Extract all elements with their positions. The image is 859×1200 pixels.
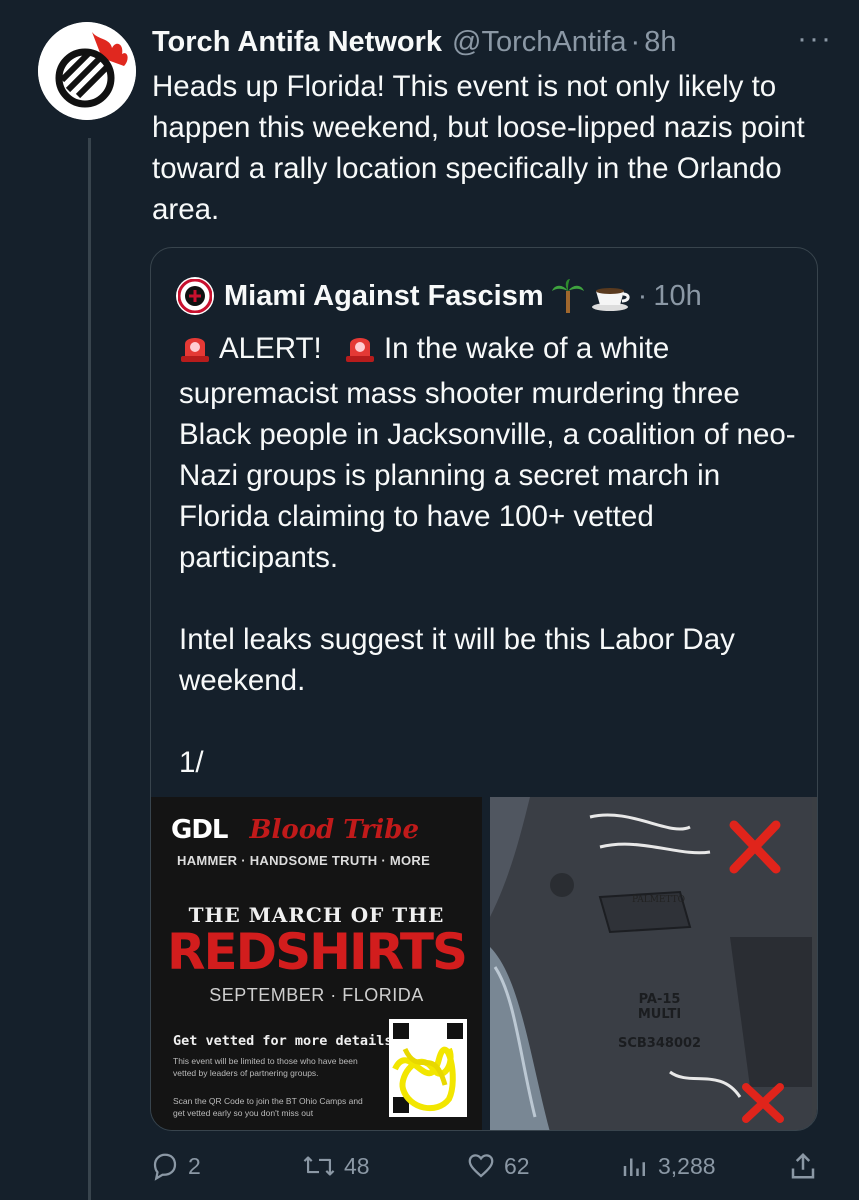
share-button[interactable] xyxy=(788,1151,818,1181)
repost-count: 48 xyxy=(344,1152,370,1179)
thread-line xyxy=(88,138,91,1200)
photo-marking-3: SCB348002 xyxy=(618,1036,702,1051)
photo-marking-2: MULTI xyxy=(637,1007,682,1022)
like-button[interactable]: 62 xyxy=(466,1151,530,1181)
tweet-text: Heads up Florida! This event is not only… xyxy=(152,70,805,226)
poster-vetted: Get vetted for more details! xyxy=(173,1033,401,1049)
media-image-poster[interactable]: GDL Blood Tribe HAMMER · HANDSOME TRUTH … xyxy=(151,797,482,1130)
antifascist-logo-icon xyxy=(178,279,212,313)
quote-author-name[interactable]: Miami Against Fascism xyxy=(224,280,544,313)
media-grid: GDL Blood Tribe HAMMER · HANDSOME TRUTH … xyxy=(151,797,817,1130)
rifle-photo-icon xyxy=(490,797,812,1130)
reply-icon xyxy=(153,1153,177,1181)
quote-header: Miami Against Fascism · 10h xyxy=(176,274,702,318)
more-options-icon[interactable]: ··· xyxy=(797,22,833,56)
quote-paragraph-3: 1/ xyxy=(179,746,204,779)
quoted-tweet[interactable]: Miami Against Fascism · 10h ALERT! In th… xyxy=(150,247,818,1131)
views-chart-icon xyxy=(623,1158,645,1176)
poster-logo-left: GDL xyxy=(171,815,228,845)
separator: · xyxy=(630,25,641,58)
views-count: 3,288 xyxy=(658,1152,716,1179)
poster-logo-right: Blood Tribe xyxy=(249,815,420,845)
share-icon xyxy=(791,1152,815,1179)
author-handle[interactable]: @TorchAntifa xyxy=(452,26,627,59)
quote-paragraph-2: Intel leaks suggest it will be this Labo… xyxy=(179,623,735,697)
poster-tagline: HAMMER · HANDSOME TRUTH · MORE xyxy=(177,853,431,868)
poster-logos: GDL Blood Tribe xyxy=(171,815,419,845)
quote-text: ALERT! In the wake of a white supremacis… xyxy=(179,328,799,783)
tweet-header: Torch Antifa Network @TorchAntifa · 8h xyxy=(152,20,839,64)
quote-time-separator: · xyxy=(637,279,648,312)
reply-count: 2 xyxy=(188,1152,201,1179)
views-button[interactable]: 3,288 xyxy=(620,1151,716,1181)
poster-date: SEPTEMBER · FLORIDA xyxy=(209,985,424,1005)
author-avatar[interactable] xyxy=(38,22,136,120)
heart-icon xyxy=(468,1154,494,1178)
photo-marking: PA-15 MULTI SCB348002 xyxy=(618,992,701,1051)
qr-code-redacted xyxy=(389,1019,467,1117)
author-name[interactable]: Torch Antifa Network xyxy=(152,26,442,59)
quote-body: In the wake of a white supremacist mass … xyxy=(179,332,796,574)
repost-icon xyxy=(303,1156,335,1176)
photo-stamp: PALMETTO xyxy=(632,895,686,905)
siren-icon xyxy=(344,330,376,373)
repost-button[interactable]: 48 xyxy=(302,1151,370,1181)
tweet-actions: 2 48 62 3,288 xyxy=(150,1148,839,1184)
quote-time[interactable]: 10h xyxy=(653,280,701,313)
quote-author-avatar[interactable] xyxy=(176,277,214,315)
alert-word: ALERT! xyxy=(219,332,322,365)
palm-tree-icon xyxy=(551,279,584,313)
photo-marking-1: PA-15 xyxy=(638,992,681,1007)
tweet-time[interactable]: 8h xyxy=(644,26,676,59)
reply-button[interactable]: 2 xyxy=(150,1151,201,1181)
like-count: 62 xyxy=(504,1152,530,1179)
poster-fine-print-2: Scan the QR Code to join the BT Ohio Cam… xyxy=(173,1096,363,1118)
siren-icon xyxy=(179,330,211,373)
poster-fine-print-1: This event will be limited to those who … xyxy=(173,1056,358,1078)
torch-logo-icon xyxy=(38,22,136,120)
media-image-photo[interactable]: PALMETTO PA-15 MULTI SCB348002 xyxy=(490,797,817,1130)
poster-headline-big: REDSHIRTS xyxy=(167,923,468,981)
coffee-cup-icon xyxy=(591,281,632,311)
